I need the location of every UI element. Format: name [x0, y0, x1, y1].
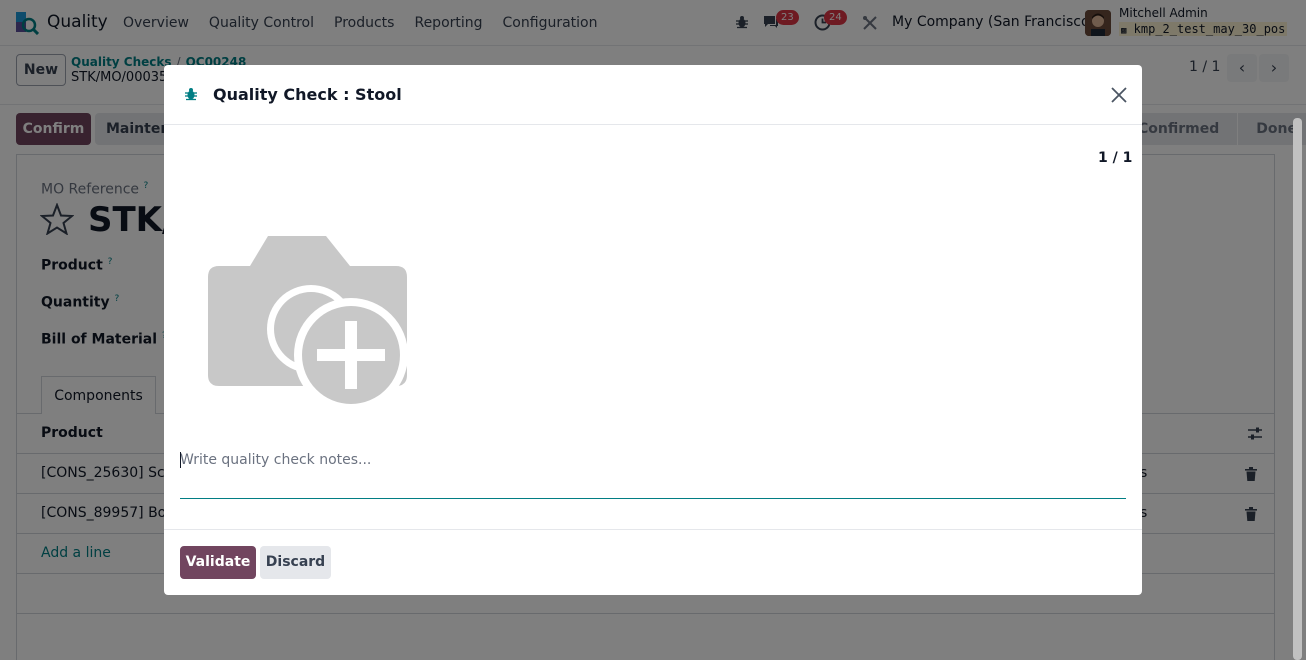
check-counter: 1 / 1 [1098, 150, 1133, 166]
discard-button[interactable]: Discard [260, 546, 331, 579]
notes-field [180, 449, 1126, 499]
validate-button[interactable]: Validate [180, 546, 256, 579]
bug-icon [185, 88, 197, 101]
camera-plus-icon[interactable] [208, 235, 408, 410]
dialog-header: Quality Check : Stool [164, 65, 1142, 125]
page-scrollbar[interactable] [1293, 118, 1302, 660]
close-icon[interactable] [1108, 84, 1130, 106]
quality-notes-input[interactable] [180, 449, 1126, 471]
dialog-footer: Validate Discard [164, 529, 1142, 595]
text-caret [180, 452, 181, 468]
dialog-title: Quality Check : Stool [213, 85, 402, 104]
quality-check-dialog: Quality Check : Stool 1 / 1 Validate Dis… [164, 65, 1142, 595]
